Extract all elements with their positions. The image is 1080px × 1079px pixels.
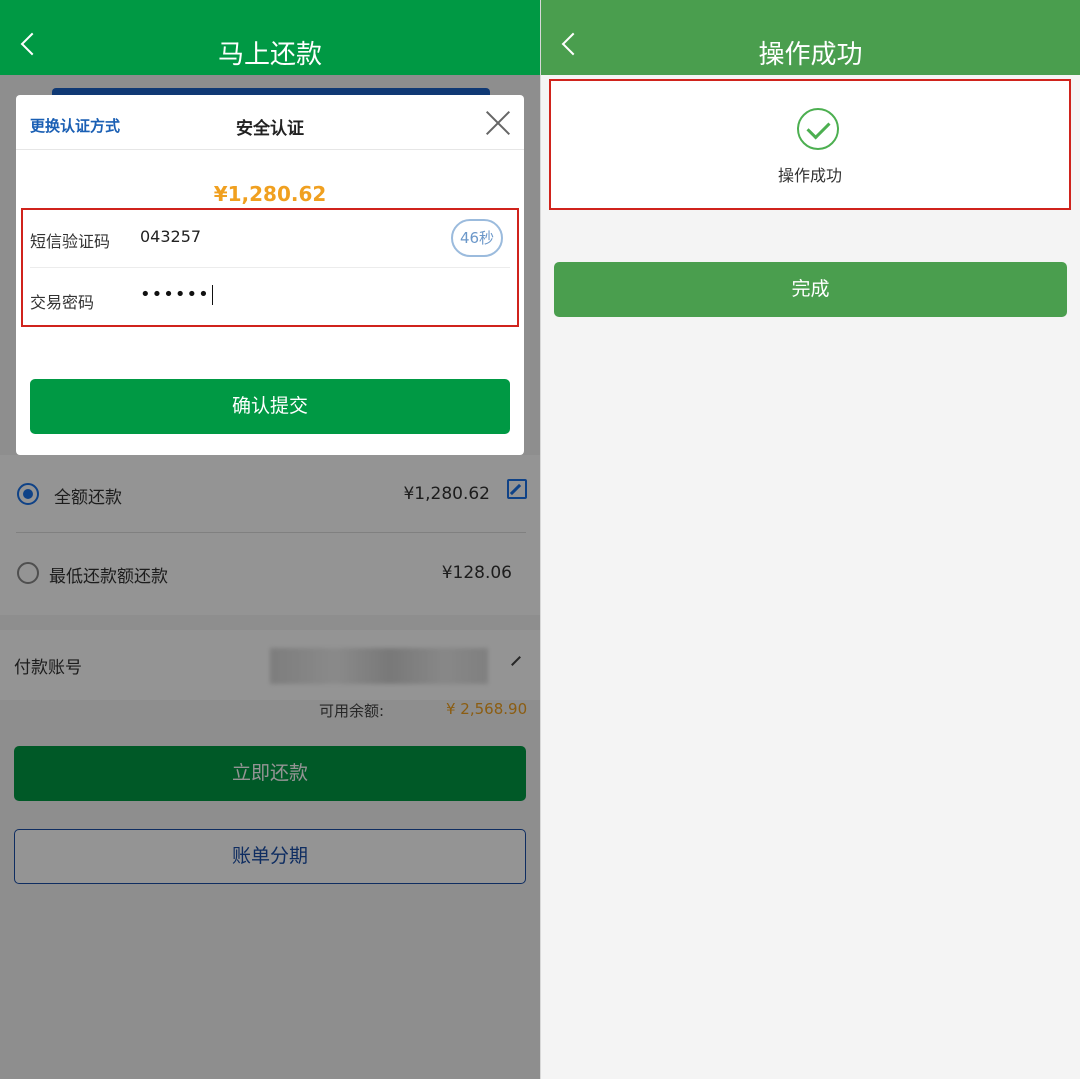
repay-navbar: 马上还款 bbox=[0, 0, 540, 75]
highlight-frame bbox=[21, 208, 519, 327]
done-button[interactable]: 完成 bbox=[554, 262, 1067, 317]
modal-header: 更换认证方式 安全认证 bbox=[16, 95, 524, 150]
modal-title: 安全认证 bbox=[236, 119, 304, 139]
confirm-submit-button[interactable]: 确认提交 bbox=[30, 379, 510, 434]
success-screen: 操作成功 操作成功 完成 bbox=[541, 0, 1080, 1079]
highlight-frame bbox=[549, 79, 1071, 210]
repay-screen: 马上还款 全额还款 ¥1,280.62 最低还款额还款 ¥128.06 付款账号… bbox=[0, 0, 540, 1079]
success-navbar: 操作成功 bbox=[541, 0, 1080, 75]
modal-amount: ¥1,280.62 bbox=[213, 182, 327, 206]
page-title: 马上还款 bbox=[217, 40, 322, 70]
close-icon[interactable] bbox=[484, 109, 512, 137]
page-title: 操作成功 bbox=[758, 40, 863, 70]
